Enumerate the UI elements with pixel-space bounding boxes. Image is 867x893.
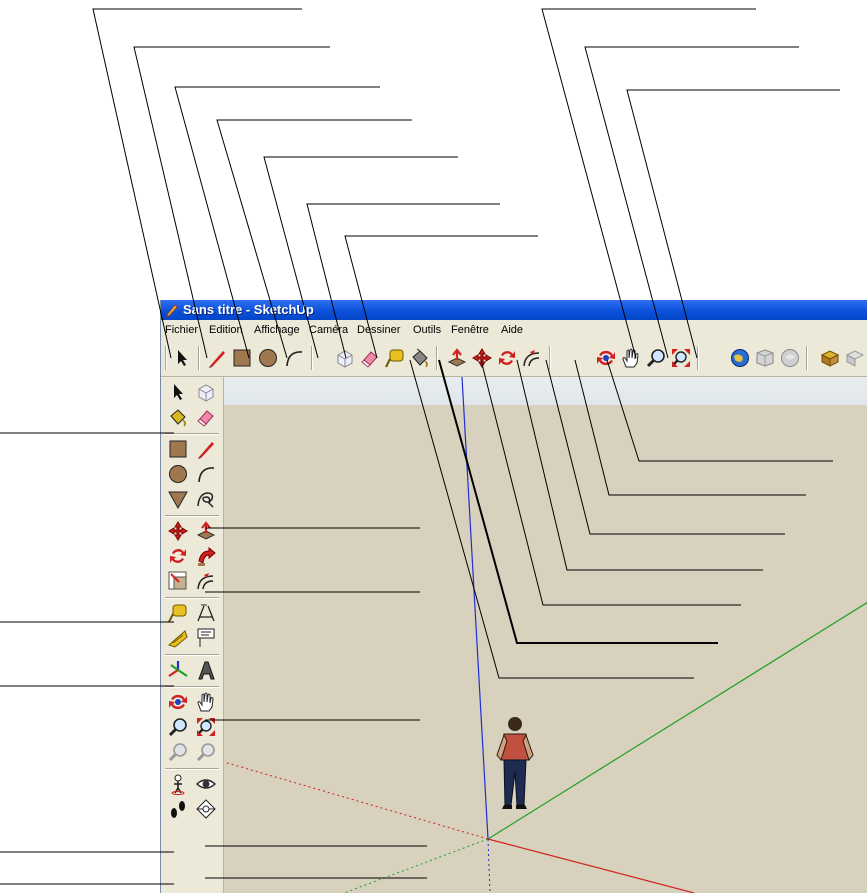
rotate-icon[interactable] (167, 545, 189, 567)
make-component-icon[interactable] (195, 381, 217, 403)
push-pull-icon[interactable] (195, 520, 217, 542)
menu-affichage[interactable]: Affichage (254, 320, 300, 340)
green-axis (487, 601, 867, 840)
polygon-icon[interactable] (167, 488, 189, 510)
rectangle-icon[interactable] (231, 347, 253, 369)
eraser-icon[interactable] (359, 347, 381, 369)
toolbar-separator (165, 654, 219, 656)
zoom-extents-icon[interactable] (670, 347, 692, 369)
menu-fenetre[interactable]: Fenêtre (451, 320, 489, 340)
toolbar-separator (165, 346, 167, 370)
next-view-icon[interactable] (195, 741, 217, 763)
drawing-viewport[interactable] (224, 377, 867, 893)
select-arrow-icon[interactable] (167, 381, 189, 403)
blue-axis-negative (487, 838, 491, 893)
orbit-icon[interactable] (167, 691, 189, 713)
look-around-icon[interactable] (195, 773, 217, 795)
menu-fichier[interactable]: Fichier (165, 320, 198, 340)
scale-icon[interactable] (167, 570, 189, 592)
toolbar-separator (549, 346, 551, 370)
protractor-icon[interactable] (167, 627, 189, 649)
axes-icon[interactable] (167, 659, 189, 681)
paint-bucket-icon[interactable] (409, 347, 431, 369)
section-plane-icon[interactable] (195, 798, 217, 820)
green-axis-negative (343, 838, 489, 893)
pencil-line-icon[interactable] (206, 347, 228, 369)
toolbar-separator (165, 597, 219, 599)
arc-icon[interactable] (283, 347, 305, 369)
red-axis-negative (224, 761, 489, 840)
get-models-icon[interactable] (754, 347, 776, 369)
zoom-icon[interactable] (645, 347, 667, 369)
offset-icon[interactable] (521, 347, 543, 369)
window-title: Sans titre - SketchUp (183, 302, 314, 317)
menu-outils[interactable]: Outils (413, 320, 441, 340)
toolbar-separator (165, 768, 219, 770)
walk-icon[interactable] (167, 798, 189, 820)
offset-icon[interactable] (195, 570, 217, 592)
menu-aide[interactable]: Aide (501, 320, 523, 340)
rotate-icon[interactable] (496, 347, 518, 369)
position-camera-icon[interactable] (167, 773, 189, 795)
sketchup-app-icon (166, 304, 178, 317)
model-axes (224, 377, 867, 893)
title-bar[interactable]: Sans titre - SketchUp (161, 300, 867, 320)
orbit-icon[interactable] (595, 347, 617, 369)
components-icon[interactable] (819, 347, 841, 369)
share-model-icon[interactable] (779, 347, 801, 369)
tape-measure-icon[interactable] (167, 602, 189, 624)
rectangle-icon[interactable] (167, 438, 189, 460)
components-icon[interactable] (844, 347, 866, 369)
menu-dessiner[interactable]: Dessiner (357, 320, 400, 340)
left-toolbar (161, 377, 224, 893)
pencil-line-icon[interactable] (195, 438, 217, 460)
zoom-extents-icon[interactable] (195, 716, 217, 738)
toolbar-separator (198, 346, 200, 370)
toolbar-separator (806, 346, 808, 370)
move-icon[interactable] (471, 347, 493, 369)
arc-icon[interactable] (195, 463, 217, 485)
red-axis (487, 838, 695, 893)
toolbar-separator (311, 346, 313, 370)
toolbar-separator (165, 515, 219, 517)
pan-hand-icon[interactable] (195, 691, 217, 713)
dimensions-icon[interactable] (195, 602, 217, 624)
eraser-icon[interactable] (195, 406, 217, 428)
push-pull-icon[interactable] (446, 347, 468, 369)
follow-me-icon[interactable] (195, 545, 217, 567)
toolbar-separator (165, 433, 219, 435)
freehand-icon[interactable] (195, 488, 217, 510)
make-component-icon[interactable] (334, 347, 356, 369)
move-icon[interactable] (167, 520, 189, 542)
3d-text-icon[interactable] (195, 659, 217, 681)
pan-hand-icon[interactable] (620, 347, 642, 369)
sketchup-window: Sans titre - SketchUp Fichier Edition Af… (160, 300, 867, 893)
previous-view-icon[interactable] (167, 741, 189, 763)
toolbar-separator (165, 686, 219, 688)
tape-measure-icon[interactable] (384, 347, 406, 369)
text-label-icon[interactable] (195, 627, 217, 649)
menu-edition[interactable]: Edition (209, 320, 243, 340)
menu-bar: Fichier Edition Affichage Caméra Dessine… (161, 320, 867, 340)
google-earth-icon[interactable] (729, 347, 751, 369)
select-arrow-icon[interactable] (171, 347, 193, 369)
blue-axis (461, 377, 489, 840)
person-figure (496, 717, 534, 809)
menu-camera[interactable]: Caméra (309, 320, 348, 340)
circle-icon[interactable] (257, 347, 279, 369)
toolbar-separator (436, 346, 438, 370)
zoom-icon[interactable] (167, 716, 189, 738)
main-toolbar (161, 340, 867, 377)
toolbar-separator (697, 346, 699, 370)
circle-icon[interactable] (167, 463, 189, 485)
paint-bucket-icon[interactable] (167, 406, 189, 428)
